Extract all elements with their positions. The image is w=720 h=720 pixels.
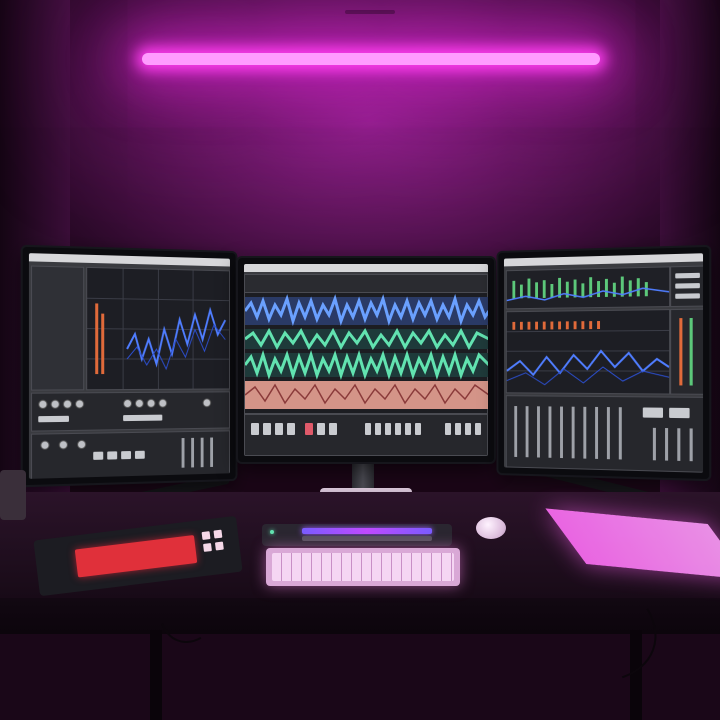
mouse [476,517,506,539]
ceiling-mount [345,10,395,14]
center-monitor [238,258,494,462]
right-monitor-screen [504,253,703,472]
right-meter-graph [507,267,669,308]
center-transport-panel [244,414,488,456]
waveform-tracks [245,293,488,413]
right-eq-graph [507,310,669,393]
center-monitor-screen [244,264,488,456]
right-side-controls [670,265,703,307]
left-mixer-panel [31,430,230,478]
studio-scene [0,0,720,720]
left-spectrum-graph [87,268,229,389]
right-mixer-strip [506,266,670,309]
left-monitor-screen [29,253,230,479]
desk-leg-left [150,630,162,720]
right-master-meters [670,309,703,395]
right-monitor [498,247,709,479]
left-spectrum-panel [86,267,230,390]
right-menubar [504,253,703,266]
center-menubar [244,264,488,272]
left-monitor [23,247,236,485]
waveform-editor [244,292,488,414]
left-knob-panel [31,391,230,431]
red-keys [75,535,198,577]
speaker [0,470,26,520]
midi-controller [262,524,452,546]
right-fader-bank [506,395,703,473]
right-eq-panel [506,309,670,394]
pink-keyboard [266,548,460,586]
left-browser-panel [31,266,84,391]
center-toolbar [244,274,488,294]
left-menubar [29,253,230,266]
pink-keycaps [272,553,454,581]
neon-light-bar [142,53,600,65]
